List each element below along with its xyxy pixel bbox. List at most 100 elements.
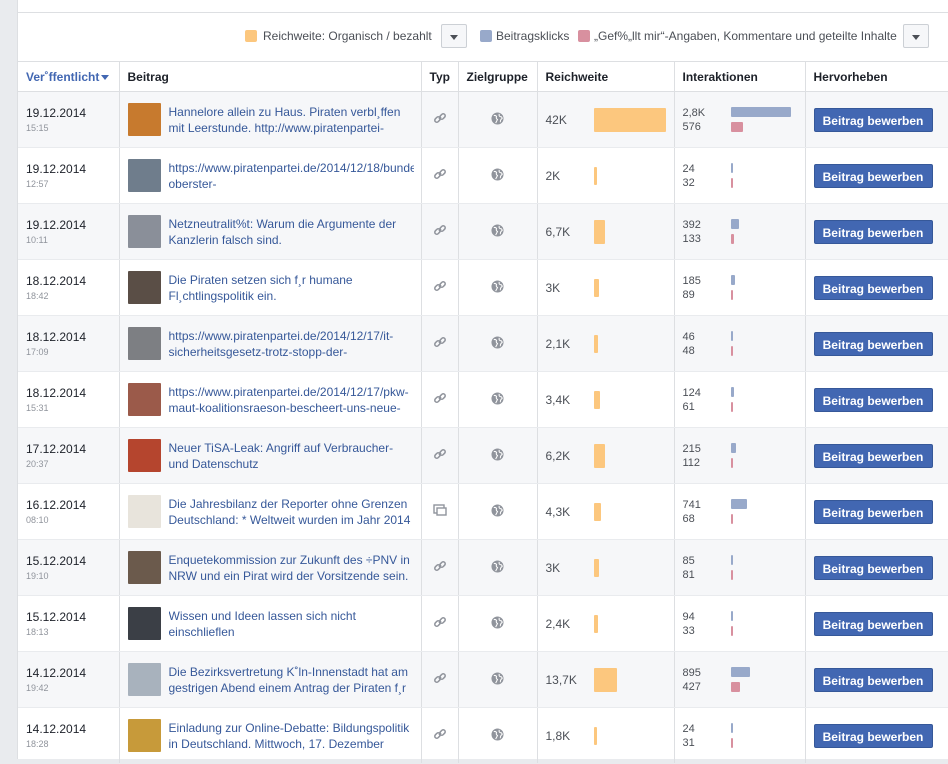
interactions-cell: 46 48 [674,315,806,372]
post-thumbnail[interactable] [127,271,161,304]
table-row: 18.12.2014 18:42 Die Piraten setzen sich f… [18,259,948,316]
published-cell: 15.12.2014 19:10 [18,539,120,596]
post-time: 19:10 [26,571,49,581]
post-date: 15.12.2014 [26,610,87,624]
table-row: 19.12.2014 10:11 Netzneutralit%t: Warum di… [18,203,948,260]
post-cell: https://www.piratenpartei.de/2014/12/17/… [119,315,422,372]
type-cell [421,259,459,316]
reach-bar [593,278,599,297]
boost-cell: Beitrag bewerben [805,371,948,428]
link-icon [433,279,447,293]
likes-legend-dropdown[interactable] [903,24,929,48]
boost-post-button[interactable]: Beitrag bewerben [813,723,933,748]
post-cell: Die Bezirksvertretung K˚ln-Innenstadt ha… [119,651,422,708]
interactions-cell: 124 61 [674,371,806,428]
published-cell: 14.12.2014 18:28 [18,707,120,764]
clicks-legend-label: Beitragsklicks [496,29,570,43]
boost-post-button[interactable]: Beitrag bewerben [813,667,933,692]
post-thumbnail[interactable] [127,719,161,752]
boost-post-button[interactable]: Beitrag bewerben [813,499,933,524]
globe-icon [491,671,504,688]
post-thumbnail[interactable] [127,327,161,360]
post-thumbnail[interactable] [127,495,161,528]
boost-post-button[interactable]: Beitrag bewerben [813,555,933,580]
audience-cell [458,539,538,596]
post-cell: Einladung zur Online-Debatte: Bildungspo… [119,707,422,764]
link-icon [433,727,447,741]
globe-icon [491,503,504,520]
post-time: 17:09 [26,347,49,357]
likes-bar [730,234,734,244]
post-thumbnail[interactable] [127,383,161,416]
post-cell: Hannelore allein zu Haus. Piraten verbl¸… [119,91,422,148]
published-cell: 15.12.2014 18:13 [18,595,120,652]
post-link[interactable]: Die Piraten setzen sich f¸r humane Fl¸ch… [169,272,414,304]
post-link[interactable]: Hannelore allein zu Haus. Piraten verbl¸… [169,104,414,136]
likes-bar [730,682,740,692]
boost-post-button[interactable]: Beitrag bewerben [813,163,933,188]
post-thumbnail[interactable] [127,663,161,696]
post-thumbnail[interactable] [127,607,161,640]
boost-post-button[interactable]: Beitrag bewerben [813,219,933,244]
top-divider [18,12,948,13]
reach-value: 2,4K [545,616,571,631]
boost-post-button[interactable]: Beitrag bewerben [813,331,933,356]
type-cell [421,203,459,260]
post-link[interactable]: Einladung zur Online-Debatte: Bildungspo… [169,720,414,752]
post-time: 10:11 [26,235,48,245]
post-link[interactable]: https://www.piratenpartei.de/2014/12/17/… [169,384,414,416]
boost-post-button[interactable]: Beitrag bewerben [813,387,933,412]
likes-bar [730,346,733,356]
likes-value: 31 [682,736,695,749]
post-link[interactable]: Netzneutralit%t: Warum die Argumente der… [169,216,414,248]
post-thumbnail[interactable] [127,439,161,472]
table-row: 15.12.2014 18:13 Wissen und Ideen lassen s… [18,595,948,652]
clicks-bar [730,219,739,229]
post-time: 20:37 [26,459,49,469]
published-column-header[interactable]: Ver˚ffentlicht [18,61,120,92]
post-thumbnail[interactable] [127,103,161,136]
boost-post-button[interactable]: Beitrag bewerben [813,107,933,132]
post-link[interactable]: Die Jahresbilanz der Reporter ohne Grenz… [169,496,414,528]
likes-bar [730,458,733,468]
audience-cell [458,147,538,204]
link-icon [433,447,447,461]
post-thumbnail[interactable] [127,215,161,248]
post-link[interactable]: Wissen und Ideen lassen sich nicht einsc… [169,608,414,640]
post-thumbnail[interactable] [127,551,161,584]
post-link[interactable]: https://www.piratenpartei.de/2014/12/17/… [169,328,414,360]
clicks-bar [730,443,736,453]
table-row: 19.12.2014 15:15 Hannelore allein zu Haus.… [18,91,948,148]
globe-icon [491,223,504,240]
boost-cell: Beitrag bewerben [805,259,948,316]
likes-legend-label: „Gef%„llt mir“-Angaben, Kommentare und g… [594,29,897,43]
post-link[interactable]: https://www.piratenpartei.de/2014/12/18/… [169,160,414,192]
post-cell: Netzneutralit%t: Warum die Argumente der… [119,203,422,260]
post-date: 16.12.2014 [26,498,87,512]
reach-value: 2K [545,168,561,183]
reach-value: 3,4K [545,392,571,407]
published-cell: 17.12.2014 20:37 [18,427,120,484]
boost-post-button[interactable]: Beitrag bewerben [813,275,933,300]
published-cell: 19.12.2014 12:57 [18,147,120,204]
boost-column-header: Hervorheben [805,61,948,92]
post-thumbnail[interactable] [127,159,161,192]
reach-cell: 42K [537,91,675,148]
type-cell [421,483,459,540]
post-link[interactable]: Die Bezirksvertretung K˚ln-Innenstadt ha… [169,664,414,696]
reach-bar [593,667,617,692]
table-header-row: Ver˚ffentlicht Beitrag Typ Zielgruppe Re… [18,61,948,92]
post-date: 19.12.2014 [26,218,87,232]
post-link[interactable]: Neuer TiSA-Leak: Angriff auf Verbraucher… [169,440,414,472]
type-cell [421,147,459,204]
boost-post-button[interactable]: Beitrag bewerben [813,611,933,636]
reach-legend-dropdown[interactable] [441,24,467,48]
post-link[interactable]: Enquetekommission zur Zukunft des ÷PNV i… [169,552,414,584]
post-date: 18.12.2014 [26,274,87,288]
link-icon [433,671,447,685]
audience-cell [458,371,538,428]
post-time: 15:15 [26,123,49,133]
interactions-cell: 185 89 [674,259,806,316]
boost-post-button[interactable]: Beitrag bewerben [813,443,933,468]
reach-bar [593,107,666,132]
